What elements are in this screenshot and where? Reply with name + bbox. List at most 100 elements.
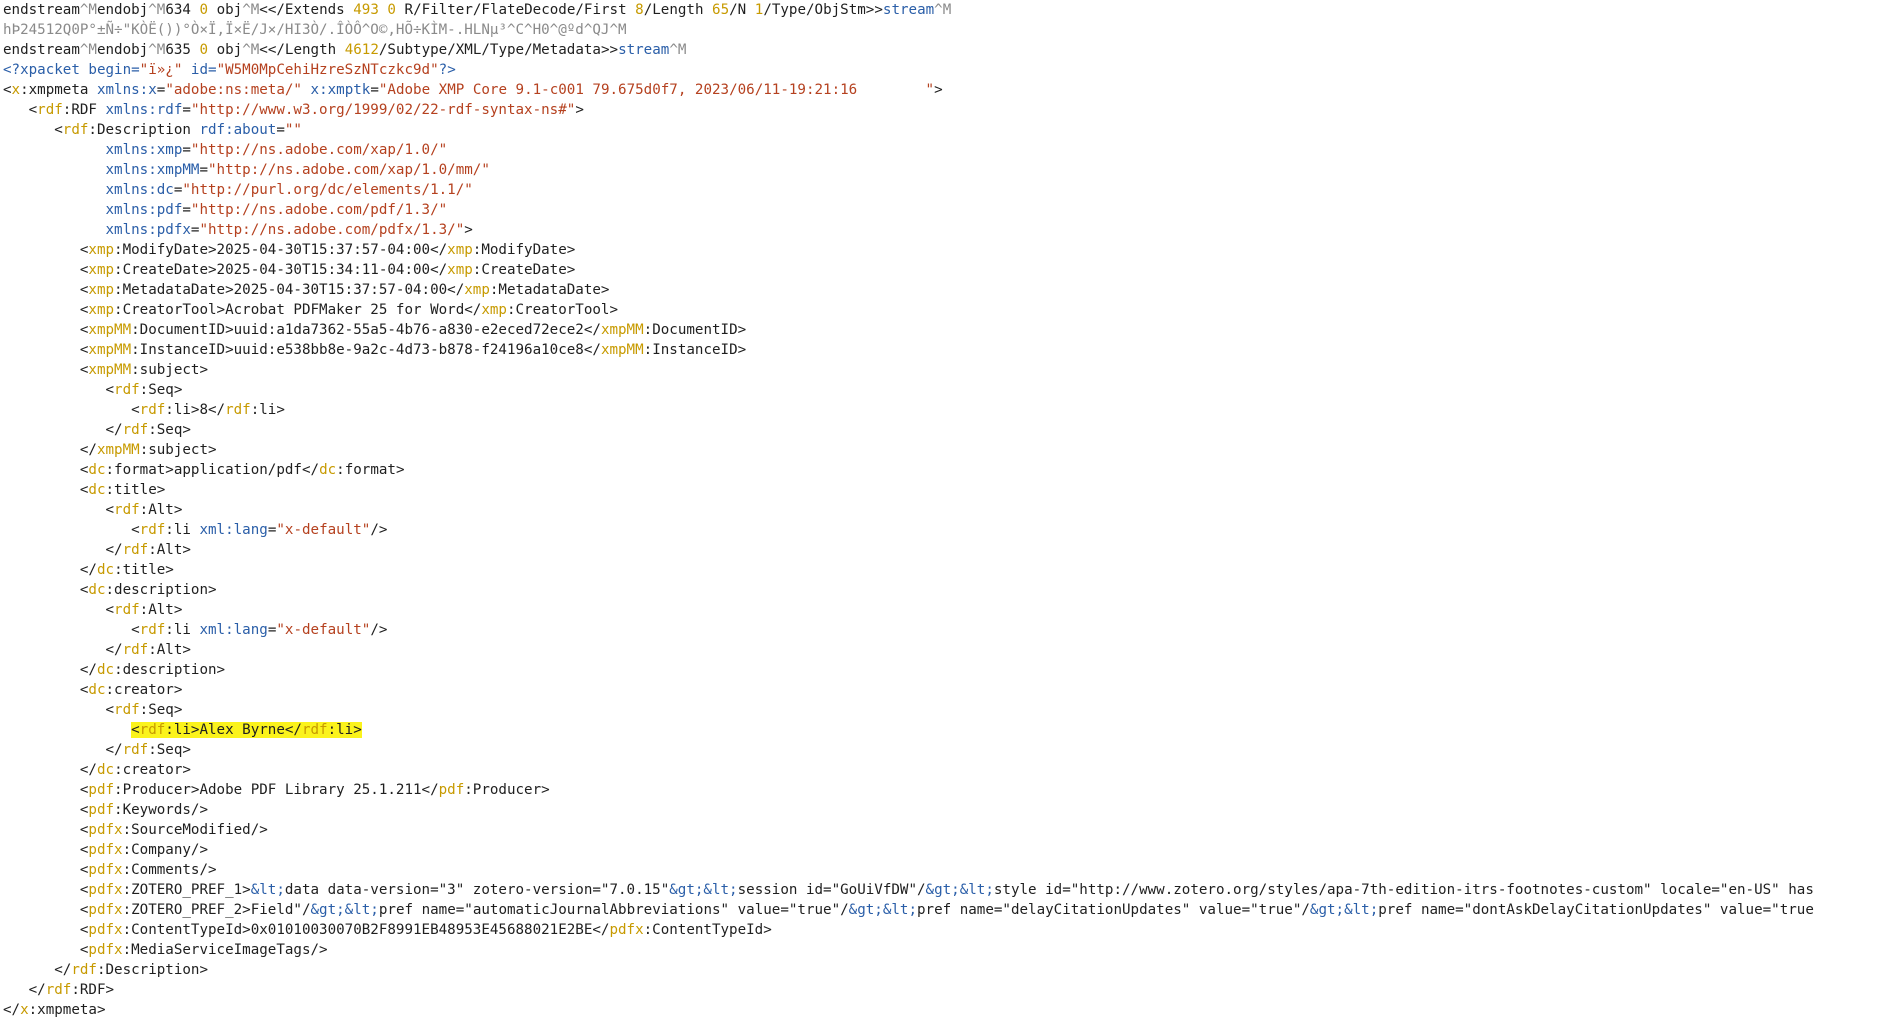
token-num: 4612 xyxy=(344,42,379,58)
token-text: endstream xyxy=(3,42,80,58)
token-text: :SourceModified/> xyxy=(122,822,268,838)
code-line[interactable]: <xmp:CreateDate>2025-04-30T15:34:11-04:0… xyxy=(3,260,1902,280)
token-attr: xmlns:xmpMM xyxy=(105,162,200,178)
token-text: :li xyxy=(165,522,200,538)
code-line[interactable]: xmlns:dc="http://purl.org/dc/elements/1.… xyxy=(3,180,1902,200)
token-text: </ xyxy=(3,982,46,998)
token-text: session id="GoUiVfDW"/ xyxy=(737,882,926,898)
code-line[interactable]: <pdfx:ZOTERO_PREF_2>Field"/&gt;&lt;pref … xyxy=(3,900,1902,920)
code-line[interactable]: <xmp:ModifyDate>2025-04-30T15:37:57-04:0… xyxy=(3,240,1902,260)
token-text: :RDF xyxy=(62,102,106,118)
token-ns: rdf xyxy=(114,602,140,618)
token-text: </ xyxy=(3,422,123,438)
code-line[interactable]: <dc:format>application/pdf</dc:format> xyxy=(3,460,1902,480)
code-line[interactable]: </rdf:Seq> xyxy=(3,420,1902,440)
token-text: :Keywords/> xyxy=(114,802,209,818)
token-mark-ns: rdf xyxy=(301,722,328,738)
token-str: "http://ns.adobe.com/xap/1.0/mm/" xyxy=(208,162,490,178)
code-line[interactable]: <rdf:li>8</rdf:li> xyxy=(3,400,1902,420)
code-line[interactable]: <pdfx:SourceModified/> xyxy=(3,820,1902,840)
code-line[interactable]: </rdf:Alt> xyxy=(3,640,1902,660)
code-line[interactable]: <dc:description> xyxy=(3,580,1902,600)
token-text: < xyxy=(3,122,63,138)
code-line[interactable]: <rdf:li xml:lang="x-default"/> xyxy=(3,620,1902,640)
token-ns: dc xyxy=(319,462,337,478)
code-line[interactable]: xmlns:pdfx="http://ns.adobe.com/pdfx/1.3… xyxy=(3,220,1902,240)
code-line[interactable]: xmlns:pdf="http://ns.adobe.com/pdf/1.3/" xyxy=(3,200,1902,220)
code-line[interactable]: endstream^Mendobj^M634 0 obj^M<</Extends… xyxy=(3,0,1902,20)
token-text: :ContentTypeId> xyxy=(643,922,772,938)
token-text: 634 xyxy=(165,2,200,18)
token-text: :Company/> xyxy=(122,842,209,858)
code-line[interactable]: <pdf:Keywords/> xyxy=(3,800,1902,820)
code-line[interactable]: </x:xmpmeta> xyxy=(3,1000,1902,1020)
token-text: < xyxy=(3,802,89,818)
code-line[interactable]: <?xpacket begin="ï»¿" id="W5M0MpCehiHzre… xyxy=(3,60,1902,80)
token-text: :ZOTERO_PREF_2>Field"/ xyxy=(122,902,311,918)
code-line[interactable]: <rdf:li xml:lang="x-default"/> xyxy=(3,520,1902,540)
token-ns: xmp xyxy=(464,282,490,298)
code-line[interactable]: <x:xmpmeta xmlns:x = "adobe:ns:meta/" x:xm… xyxy=(3,80,1902,100)
token-ent: &gt;&lt; xyxy=(669,882,738,898)
token-text: :description> xyxy=(105,582,217,598)
token-text: endobj xyxy=(96,42,149,58)
token-text: :Alt> xyxy=(139,602,183,618)
code-line[interactable]: xmlns:xmp="http://ns.adobe.com/xap/1.0/" xyxy=(3,140,1902,160)
code-line[interactable]: hÞ24512Q0P°±Ñ÷"KÒË())°Ò×Ï,Ï×Ë/J×/HI3Ò/.Î… xyxy=(3,20,1902,40)
code-line[interactable]: <rdf:Description rdf:about="" xyxy=(3,120,1902,140)
code-line[interactable]: </rdf:Description> xyxy=(3,960,1902,980)
code-line[interactable]: </xmpMM:subject> xyxy=(3,440,1902,460)
token-text: < xyxy=(3,622,140,638)
code-line[interactable]: </dc:description> xyxy=(3,660,1902,680)
token-text: :DocumentID>uuid:a1da7362-55a5-4b76-a830… xyxy=(131,322,601,338)
code-line[interactable]: <xmpMM:InstanceID>uuid:e538bb8e-9a2c-4d7… xyxy=(3,340,1902,360)
token-ns: xmp xyxy=(88,282,115,298)
token-ns: rdf xyxy=(71,962,97,978)
text-editor[interactable]: endstream^Mendobj^M634 0 obj^M<</Extends… xyxy=(3,0,1902,1022)
token-text: < xyxy=(3,482,89,498)
code-line[interactable]: xmlns:xmpMM="http://ns.adobe.com/xap/1.0… xyxy=(3,160,1902,180)
highlighted-line[interactable]: <rdf:li>Alex Byrne</rdf:li> xyxy=(3,720,1902,740)
code-line[interactable]: <xmp:MetadataDate>2025-04-30T15:37:57-04… xyxy=(3,280,1902,300)
token-text: :MetadataDate> xyxy=(489,282,610,298)
code-line[interactable]: <pdfx:ContentTypeId>0x01010030070B2F8991… xyxy=(3,920,1902,940)
code-line[interactable]: </rdf:RDF> xyxy=(3,980,1902,1000)
code-line[interactable]: <rdf:Alt> xyxy=(3,600,1902,620)
code-line[interactable]: <rdf:RDF xmlns:rdf="http://www.w3.org/19… xyxy=(3,100,1902,120)
token-text: </ xyxy=(3,742,123,758)
token-kw: stream xyxy=(618,42,670,58)
token-text: :InstanceID> xyxy=(643,342,747,358)
code-line[interactable]: <pdfx:Comments/> xyxy=(3,860,1902,880)
code-line[interactable]: <rdf:Alt> xyxy=(3,500,1902,520)
code-line[interactable]: <pdfx:Company/> xyxy=(3,840,1902,860)
token-text: :RDF> xyxy=(71,982,115,998)
code-line[interactable]: <pdfx:MediaServiceImageTags/> xyxy=(3,940,1902,960)
token-text: < xyxy=(3,922,89,938)
code-line[interactable]: <xmpMM:DocumentID>uuid:a1da7362-55a5-4b7… xyxy=(3,320,1902,340)
code-line[interactable]: </dc:title> xyxy=(3,560,1902,580)
token-attr: xmlns:x xyxy=(96,82,157,98)
code-line[interactable]: <rdf:Seq> xyxy=(3,380,1902,400)
code-line[interactable]: endstream^Mendobj^M635 0 obj^M<</Length … xyxy=(3,40,1902,60)
code-line[interactable]: </rdf:Alt> xyxy=(3,540,1902,560)
code-line[interactable]: <pdf:Producer>Adobe PDF Library 25.1.211… xyxy=(3,780,1902,800)
code-line[interactable]: </rdf:Seq> xyxy=(3,740,1902,760)
token-attr: xmlns:pdfx xyxy=(105,222,191,238)
code-line[interactable]: <dc:creator> xyxy=(3,680,1902,700)
code-line[interactable]: <xmp:CreatorTool>Acrobat PDFMaker 25 for… xyxy=(3,300,1902,320)
code-line[interactable]: <dc:title> xyxy=(3,480,1902,500)
token-text: < xyxy=(3,602,115,618)
code-line[interactable]: <pdfx:ZOTERO_PREF_1>&lt;data data-versio… xyxy=(3,880,1902,900)
code-line[interactable]: </dc:creator> xyxy=(3,760,1902,780)
token-ns: rdf xyxy=(122,742,149,758)
token-num: 8 xyxy=(635,2,644,18)
token-ns: dc xyxy=(88,462,106,478)
token-ns: rdf xyxy=(122,642,149,658)
code-line[interactable]: <xmpMM:subject> xyxy=(3,360,1902,380)
token-text: R/Filter/FlateDecode/First xyxy=(395,2,636,18)
code-line[interactable]: <rdf:Seq> xyxy=(3,700,1902,720)
token-text: :Description> xyxy=(96,962,209,978)
token-text: :xmpmeta> xyxy=(28,1002,106,1018)
